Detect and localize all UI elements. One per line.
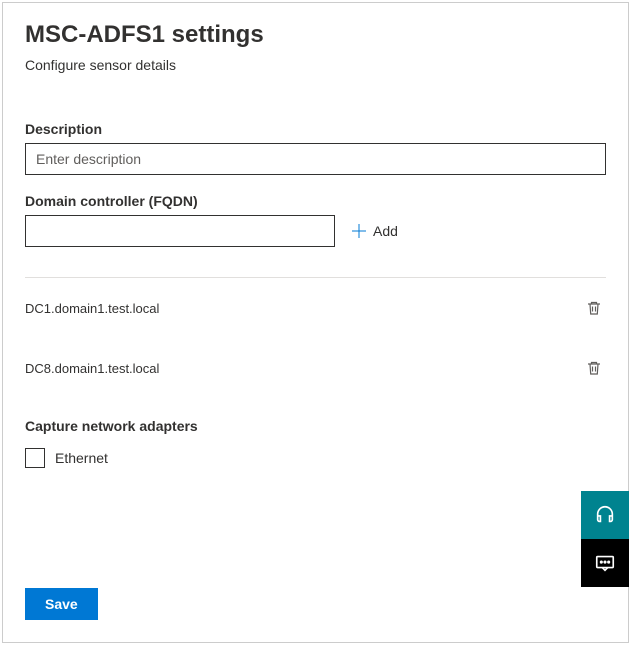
dc-name: DC8.domain1.test.local (25, 361, 159, 376)
description-input[interactable] (25, 143, 606, 175)
fqdn-label: Domain controller (FQDN) (25, 193, 606, 209)
delete-button[interactable] (582, 356, 606, 380)
add-label: Add (373, 223, 398, 239)
ethernet-checkbox[interactable] (25, 448, 45, 468)
add-button[interactable]: Add (345, 219, 404, 243)
fqdn-row: Add (25, 215, 606, 247)
page-title: MSC-ADFS1 settings (25, 21, 606, 49)
feedback-button[interactable] (581, 539, 629, 587)
headset-icon (594, 504, 616, 526)
dc-name: DC1.domain1.test.local (25, 301, 159, 316)
fqdn-input[interactable] (25, 215, 335, 247)
support-button[interactable] (581, 491, 629, 539)
page-subtitle: Configure sensor details (25, 57, 606, 73)
table-row: DC1.domain1.test.local (25, 278, 606, 338)
adapters-label: Capture network adapters (25, 418, 606, 434)
delete-button[interactable] (582, 296, 606, 320)
trash-icon (586, 300, 602, 316)
chat-icon (594, 552, 616, 574)
checkbox-label: Ethernet (55, 450, 108, 466)
save-button[interactable]: Save (25, 588, 98, 620)
settings-panel: MSC-ADFS1 settings Configure sensor deta… (2, 2, 629, 643)
floating-actions (581, 491, 629, 587)
checkbox-row: Ethernet (25, 448, 606, 468)
description-label: Description (25, 121, 606, 137)
plus-icon (351, 223, 367, 239)
table-row: DC8.domain1.test.local (25, 338, 606, 398)
trash-icon (586, 360, 602, 376)
